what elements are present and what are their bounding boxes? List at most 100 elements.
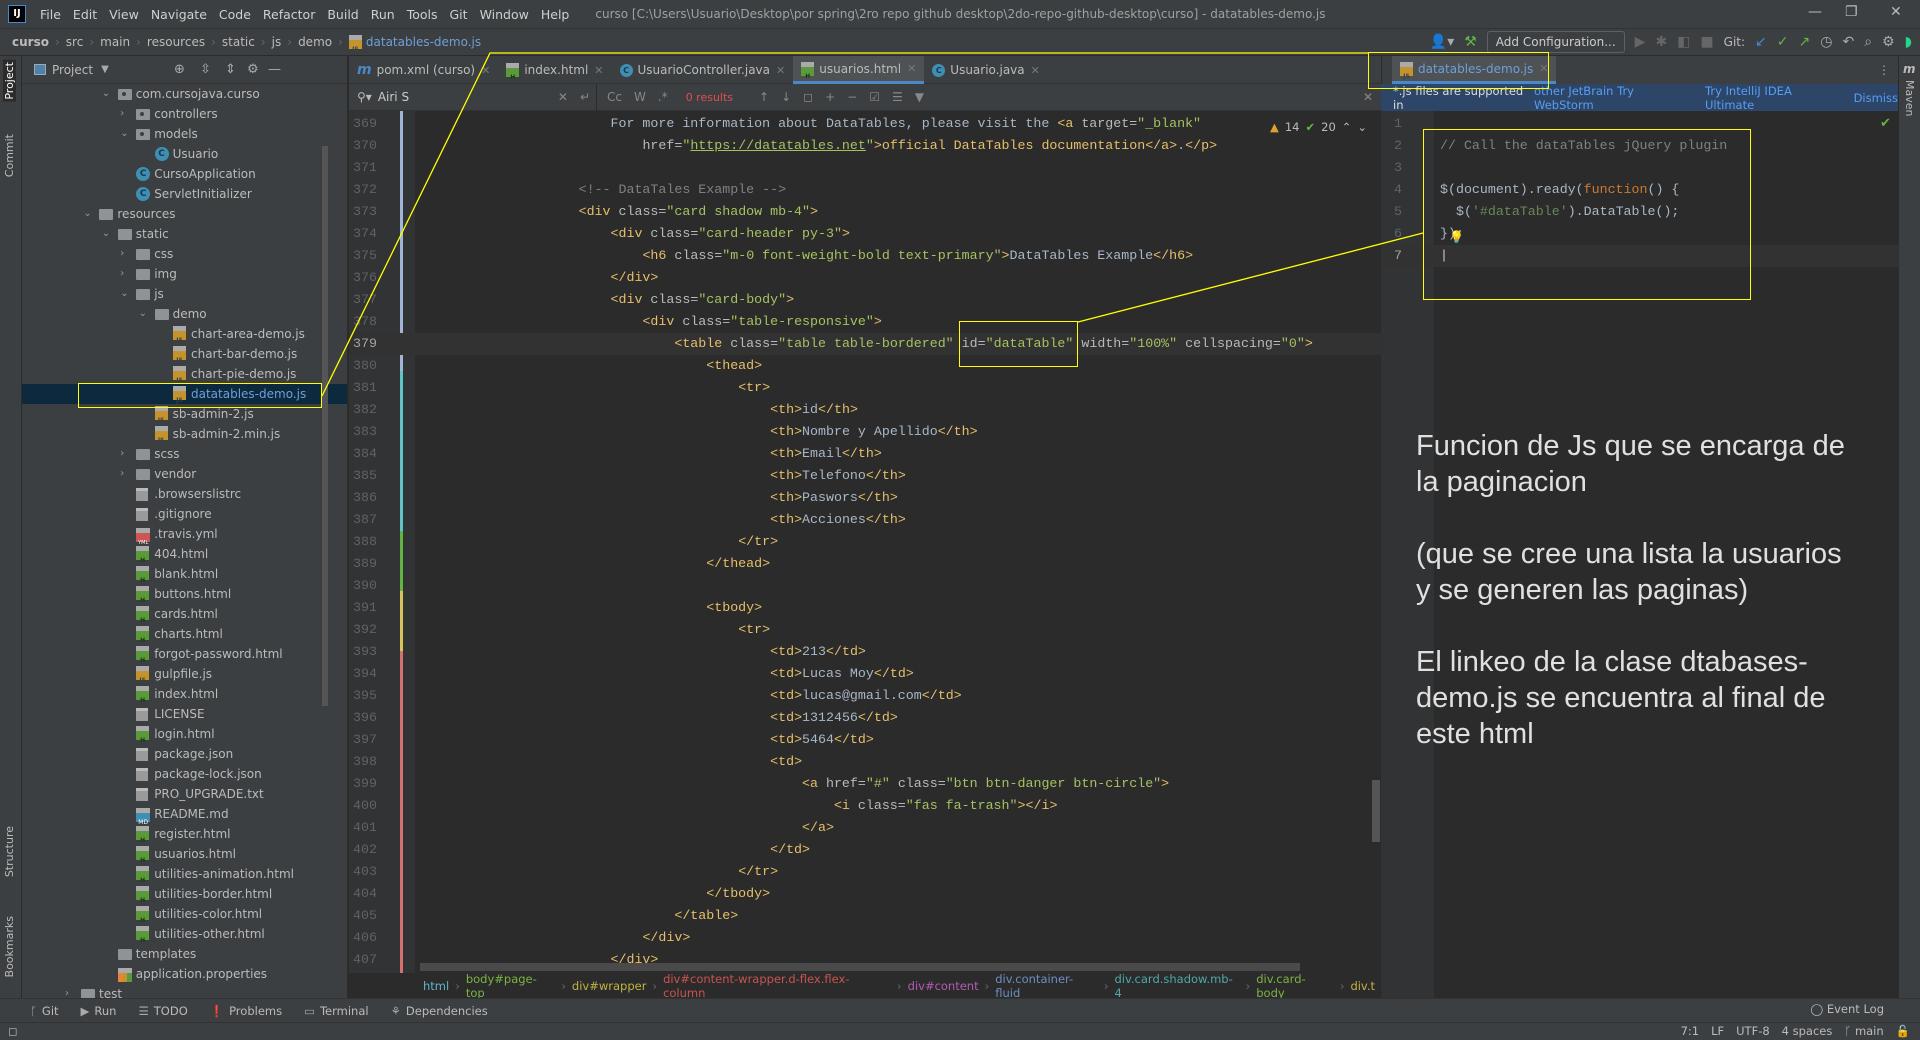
select-all-occurrences-icon[interactable]: ◻ — [803, 90, 813, 104]
tree-item[interactable]: › img — [22, 264, 347, 284]
coverage-icon[interactable]: ◧ — [1677, 34, 1690, 50]
menu-help[interactable]: Help — [541, 7, 570, 22]
event-log-button[interactable]: ◯ Event Log — [1810, 1002, 1884, 1016]
whole-words-toggle[interactable]: W — [634, 90, 646, 104]
tab-pom-xml-curso-[interactable]: m pom.xml (curso) ✕ — [349, 56, 498, 84]
horizontal-scrollbar[interactable] — [420, 963, 1300, 971]
breadcrumb-item[interactable]: js — [272, 35, 282, 49]
chevron-right-icon[interactable]: › — [65, 984, 69, 998]
menu-git[interactable]: Git — [450, 7, 468, 22]
tree-item[interactable]: Hblank.html — [22, 564, 347, 584]
tree-item[interactable]: Hregister.html — [22, 824, 347, 844]
html-breadcrumb-item[interactable]: div#content — [908, 979, 979, 993]
lock-icon[interactable]: 🔓 — [1896, 1024, 1910, 1038]
maven-tool-button[interactable]: Maven — [1903, 80, 1916, 116]
html-breadcrumb-item[interactable]: html — [423, 979, 449, 993]
menu-file[interactable]: File — [40, 7, 61, 22]
chevron-right-icon[interactable]: › — [120, 464, 124, 484]
toggle-selection-icon[interactable]: ☑ — [869, 90, 880, 104]
chevron-down-icon[interactable]: ⌄ — [102, 84, 110, 104]
search-input[interactable] — [377, 90, 552, 104]
commit-tool-button[interactable]: Commit — [3, 134, 16, 177]
tree-item[interactable]: › scss — [22, 444, 347, 464]
previous-occurrence-icon[interactable]: ↑ — [759, 90, 769, 104]
git-push-icon[interactable]: ↗ — [1799, 34, 1811, 50]
tree-item[interactable]: Hutilities-animation.html — [22, 864, 347, 884]
tree-item[interactable]: JS chart-pie-demo.js — [22, 364, 347, 384]
tree-item[interactable]: ⌄ resources — [22, 204, 347, 224]
tab-usuarios-html[interactable]: Husuarios.html ✕ — [793, 56, 925, 84]
tree-item[interactable]: templates — [22, 944, 347, 964]
close-window-button[interactable]: ✕ — [1890, 4, 1902, 20]
tree-item[interactable]: ⌄ demo — [22, 304, 347, 324]
tree-item[interactable]: package.json — [22, 744, 347, 764]
tree-item[interactable]: .browserslistrc — [22, 484, 347, 504]
tree-item[interactable]: JS gulpfile.js — [22, 664, 347, 684]
close-tab-icon[interactable]: ✕ — [1031, 64, 1040, 77]
filter-options-icon[interactable]: ☰ — [892, 90, 903, 104]
tree-item[interactable]: › vendor — [22, 464, 347, 484]
next-highlight-icon[interactable]: ⌄ — [1357, 120, 1367, 134]
menu-navigate[interactable]: Navigate — [151, 7, 207, 22]
tree-item[interactable]: .gitignore — [22, 504, 347, 524]
build-hammer-icon[interactable]: ⚒ — [1464, 34, 1477, 50]
rollback-icon[interactable]: ↶ — [1842, 34, 1854, 50]
menu-window[interactable]: Window — [480, 7, 529, 22]
expand-all-icon[interactable]: ⇳ — [200, 62, 211, 77]
tree-item[interactable]: Hcards.html — [22, 604, 347, 624]
git-commit-icon[interactable]: ✓ — [1777, 34, 1789, 50]
locate-file-icon[interactable]: ⊕ — [174, 62, 185, 77]
chevron-right-icon[interactable]: › — [120, 104, 124, 124]
add-configuration-button[interactable]: Add Configuration... — [1486, 31, 1625, 53]
menu-tools[interactable]: Tools — [407, 7, 438, 22]
chevron-down-icon[interactable]: ⌄ — [120, 124, 128, 144]
html-breadcrumb-item[interactable]: div#wrapper — [572, 979, 647, 993]
tree-item[interactable]: › test — [22, 984, 347, 998]
chevron-right-icon[interactable]: › — [120, 244, 124, 264]
tree-item[interactable]: Hindex.html — [22, 684, 347, 704]
add-selection-icon[interactable]: + — [825, 90, 835, 104]
breadcrumb-item[interactable]: main — [100, 35, 130, 49]
tree-item[interactable]: ⌄ static — [22, 224, 347, 244]
close-tab-icon[interactable]: ✕ — [594, 64, 603, 77]
breadcrumb-item[interactable]: src — [66, 35, 84, 49]
chevron-down-icon[interactable]: ⌄ — [120, 284, 128, 304]
html-breadcrumb-item[interactable]: div.card-body — [1256, 972, 1334, 1000]
menu-edit[interactable]: Edit — [73, 7, 97, 22]
breadcrumb-item[interactable]: static — [222, 35, 255, 49]
toolwindow-todo[interactable]: ☰ TODO — [138, 1004, 187, 1018]
tree-item[interactable]: Hutilities-border.html — [22, 884, 347, 904]
file-encoding[interactable]: UTF-8 — [1736, 1024, 1770, 1038]
chevron-right-icon[interactable]: › — [120, 264, 124, 284]
restore-button[interactable]: ❐ — [1845, 4, 1858, 20]
tree-item[interactable]: C Usuario — [22, 144, 347, 164]
chevron-down-icon[interactable]: ▼ — [101, 64, 109, 75]
tree-item[interactable]: Hbuttons.html — [22, 584, 347, 604]
bookmarks-tool-button[interactable]: Bookmarks — [3, 916, 16, 977]
indent-setting[interactable]: 4 spaces — [1782, 1024, 1833, 1038]
tree-item[interactable]: Hcharts.html — [22, 624, 347, 644]
hide-panel-icon[interactable]: — — [268, 62, 281, 77]
stop-icon[interactable]: ■ — [1700, 34, 1713, 50]
tree-item[interactable]: Hlogin.html — [22, 724, 347, 744]
breadcrumb-file[interactable]: datatables-demo.js — [366, 35, 481, 49]
history-icon[interactable]: ◷ — [1820, 34, 1832, 50]
next-occurrence-icon[interactable]: ↓ — [781, 90, 791, 104]
line-separator[interactable]: LF — [1711, 1024, 1724, 1038]
close-tab-icon[interactable]: ✕ — [907, 62, 916, 75]
close-tab-icon[interactable]: ✕ — [481, 64, 490, 77]
chevron-down-icon[interactable]: ⌄ — [139, 304, 147, 324]
tree-item[interactable]: PRO_UPGRADE.txt — [22, 784, 347, 804]
search-icon[interactable]: ⚲▾ — [357, 90, 372, 104]
options-gear-icon[interactable]: ⚙ — [247, 62, 259, 77]
dismiss-link[interactable]: Dismiss — [1854, 91, 1898, 105]
toolwindow-problems[interactable]: ❗ Problems — [210, 1004, 282, 1018]
tree-item[interactable]: › controllers — [22, 104, 347, 124]
tab-usuariocontroller-java[interactable]: C UsuarioController.java ✕ — [612, 56, 794, 84]
editor-scrollbar[interactable] — [1372, 780, 1380, 842]
menu-run[interactable]: Run — [371, 7, 395, 22]
html-breadcrumb-item[interactable]: body#page-top — [466, 972, 556, 1000]
tree-item[interactable]: JS chart-bar-demo.js — [22, 344, 347, 364]
html-breadcrumb-item[interactable]: div.card.shadow.mb-4 — [1114, 972, 1239, 1000]
tree-item[interactable]: ⌄ com.cursojava.curso — [22, 84, 347, 104]
